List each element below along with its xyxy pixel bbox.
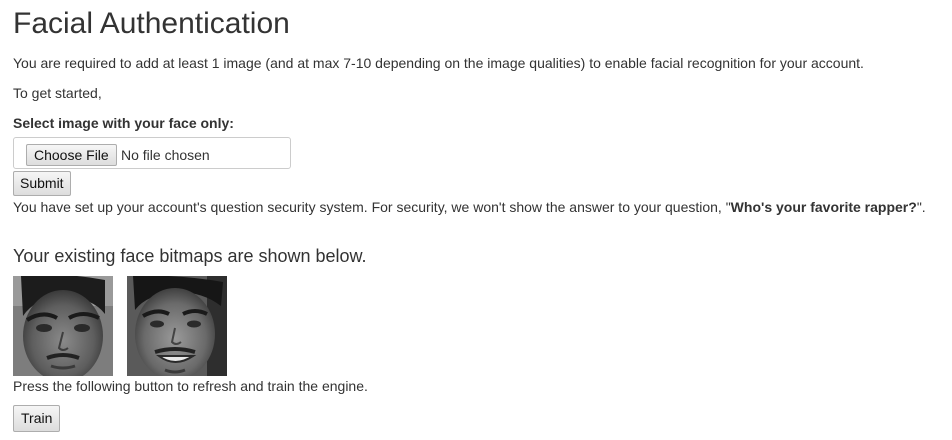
security-text-after: ". [916, 199, 926, 215]
face-bitmap-2 [127, 276, 227, 376]
file-status-text: No file chosen [121, 147, 210, 163]
train-instruction: Press the following button to refresh an… [13, 378, 368, 394]
choose-file-button[interactable]: Choose File [26, 144, 117, 166]
file-input[interactable]: Choose File No file chosen [13, 137, 291, 169]
train-button[interactable]: Train [13, 405, 61, 432]
grayscale-face-photo-smiling-icon [127, 276, 227, 376]
security-text-before: You have set up your account's question … [13, 199, 731, 215]
facial-authentication-page: Facial Authentication You are required t… [0, 0, 952, 440]
bitmaps-heading: Your existing face bitmaps are shown bel… [13, 246, 367, 266]
intro-text: You are required to add at least 1 image… [13, 55, 864, 71]
face-bitmap-1 [13, 276, 113, 376]
security-question: Who's your favorite rapper? [730, 199, 917, 215]
get-started-text: To get started, [13, 85, 102, 101]
security-notice: You have set up your account's question … [13, 198, 926, 216]
grayscale-face-photo-icon [13, 276, 113, 376]
upload-label: Select image with your face only: [13, 115, 234, 131]
submit-button[interactable]: Submit [13, 171, 71, 196]
page-title: Facial Authentication [13, 7, 290, 40]
